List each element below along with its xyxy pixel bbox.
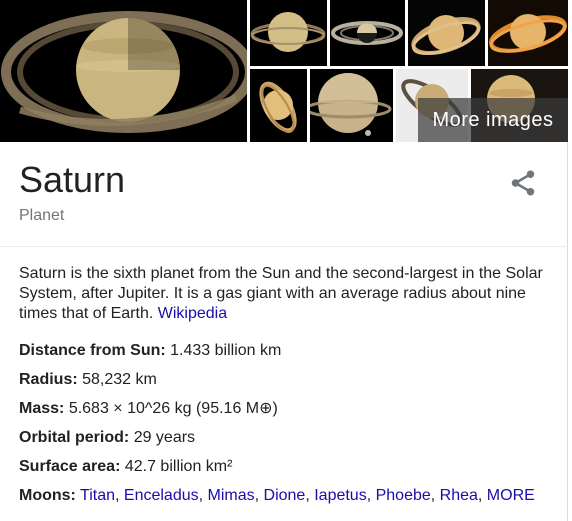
share-icon[interactable] <box>508 168 538 198</box>
facts-list: Distance from Sun: 1.433 billion km Radi… <box>19 341 559 515</box>
separator: , <box>115 487 124 504</box>
moon-link-enceladus[interactable]: Enceladus <box>124 487 199 504</box>
fact-value: 1.433 billion km <box>170 342 282 359</box>
saturn-image[interactable] <box>408 0 485 66</box>
fact-label: Mass: <box>19 400 65 417</box>
separator: , <box>477 487 487 504</box>
moons-more-link[interactable]: MORE <box>487 487 535 504</box>
saturn-image[interactable] <box>250 0 327 66</box>
wikipedia-link[interactable]: Wikipedia <box>158 305 227 322</box>
saturn-image[interactable] <box>250 69 307 142</box>
separator: , <box>198 487 208 504</box>
fact-value: 5.683 × 10^26 kg (95.16 M⊕) <box>68 400 278 417</box>
knowledge-panel: More images Saturn Planet Saturn is the … <box>0 0 568 521</box>
saturn-image[interactable] <box>310 69 393 142</box>
moon-link-dione[interactable]: Dione <box>264 487 306 504</box>
fact-radius: Radius: 58,232 km <box>19 370 559 399</box>
separator: , <box>366 487 376 504</box>
fact-moons: Moons: Titan, Enceladus, Mimas, Dione, I… <box>19 486 559 515</box>
moon-link-mimas[interactable]: Mimas <box>208 487 255 504</box>
section-divider <box>0 246 568 247</box>
fact-label: Radius: <box>19 371 78 388</box>
moon-link-iapetus[interactable]: Iapetus <box>314 487 366 504</box>
fact-label: Moons: <box>19 487 76 504</box>
separator: , <box>254 487 264 504</box>
fact-value: 58,232 km <box>82 371 157 388</box>
saturn-image[interactable] <box>330 0 405 66</box>
saturn-image-main[interactable] <box>0 0 247 142</box>
separator: , <box>305 487 315 504</box>
description-text: Saturn is the sixth planet from the Sun … <box>19 265 543 322</box>
fact-label: Distance from Sun: <box>19 342 166 359</box>
saturn-image[interactable] <box>488 0 568 66</box>
fact-surface-area: Surface area: 42.7 billion km² <box>19 457 559 486</box>
entity-description: Saturn is the sixth planet from the Sun … <box>19 264 549 324</box>
entity-subtitle: Planet <box>19 207 65 224</box>
fact-label: Surface area: <box>19 458 121 475</box>
image-strip: More images <box>0 0 568 142</box>
fact-value: 42.7 billion km² <box>124 458 233 475</box>
fact-value: 29 years <box>133 429 196 446</box>
fact-mass: Mass: 5.683 × 10^26 kg (95.16 M⊕) <box>19 399 559 428</box>
moon-link-rhea[interactable]: Rhea <box>440 487 478 504</box>
moon-link-titan[interactable]: Titan <box>80 487 115 504</box>
separator: , <box>430 487 440 504</box>
fact-orbital-period: Orbital period: 29 years <box>19 428 559 457</box>
more-images-button[interactable]: More images <box>418 98 568 142</box>
fact-label: Orbital period: <box>19 429 130 446</box>
entity-title: Saturn <box>19 159 126 200</box>
fact-distance: Distance from Sun: 1.433 billion km <box>19 341 559 370</box>
moon-link-phoebe[interactable]: Phoebe <box>376 487 431 504</box>
